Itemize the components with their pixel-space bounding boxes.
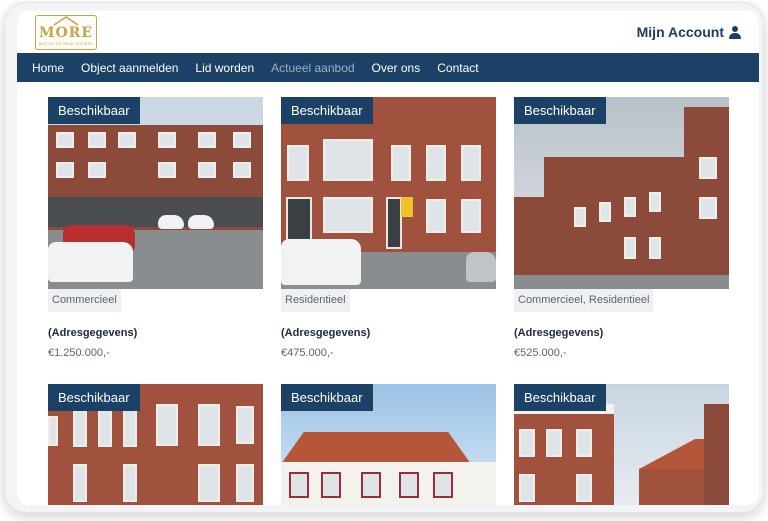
property-type-tag: Residentieel bbox=[281, 289, 350, 312]
nav-item-actueel-aanbod[interactable]: Actueel aanbod bbox=[271, 61, 354, 75]
listing-price: €475.000,- bbox=[281, 347, 334, 359]
nav-item-lid-worden[interactable]: Lid worden bbox=[195, 61, 254, 75]
listing-photo[interactable]: Beschikbaar bbox=[514, 97, 729, 289]
nav-item-contact[interactable]: Contact bbox=[437, 61, 478, 75]
listing-photo[interactable]: Beschikbaar bbox=[48, 97, 263, 289]
listing-photo[interactable]: Beschikbaar bbox=[281, 384, 496, 505]
listing-price: €1.250.000,- bbox=[48, 347, 110, 359]
property-type-tag: Commercieel bbox=[48, 289, 121, 312]
listing-address[interactable]: (Adresgegevens) bbox=[281, 327, 370, 339]
listing-address[interactable]: (Adresgegevens) bbox=[48, 327, 137, 339]
listing-photo[interactable]: Beschikbaar bbox=[281, 97, 496, 289]
property-type-tag: Commercieel, Residentieel bbox=[514, 289, 654, 312]
listing-address[interactable]: (Adresgegevens) bbox=[514, 327, 603, 339]
availability-badge: Beschikbaar bbox=[281, 384, 373, 411]
nav-item-home[interactable]: Home bbox=[32, 61, 64, 75]
availability-badge: Beschikbaar bbox=[48, 97, 140, 124]
logo-text: MORE bbox=[39, 25, 93, 41]
listing-photo[interactable]: Beschikbaar bbox=[514, 384, 729, 505]
availability-badge: Beschikbaar bbox=[281, 97, 373, 124]
logo-subtext: MATCH OF REAL ESTATE bbox=[38, 41, 94, 46]
account-link[interactable]: Mijn Account bbox=[637, 24, 741, 40]
browser-viewport: MORE MATCH OF REAL ESTATE Mijn Account H… bbox=[17, 11, 759, 505]
account-label: Mijn Account bbox=[636, 24, 724, 40]
site-header: MORE MATCH OF REAL ESTATE Mijn Account bbox=[17, 11, 759, 53]
main-navbar: Home Object aanmelden Lid worden Actueel… bbox=[17, 53, 759, 82]
availability-badge: Beschikbaar bbox=[48, 384, 140, 411]
site-logo[interactable]: MORE MATCH OF REAL ESTATE bbox=[35, 15, 97, 50]
user-icon bbox=[729, 25, 741, 39]
availability-badge: Beschikbaar bbox=[514, 384, 606, 411]
device-frame: MORE MATCH OF REAL ESTATE Mijn Account H… bbox=[4, 2, 764, 513]
listing-photo[interactable]: Beschikbaar bbox=[48, 384, 263, 505]
nav-item-object-aanmelden[interactable]: Object aanmelden bbox=[81, 61, 178, 75]
availability-badge: Beschikbaar bbox=[514, 97, 606, 124]
nav-item-over-ons[interactable]: Over ons bbox=[372, 61, 421, 75]
listing-price: €525.000,- bbox=[514, 347, 567, 359]
